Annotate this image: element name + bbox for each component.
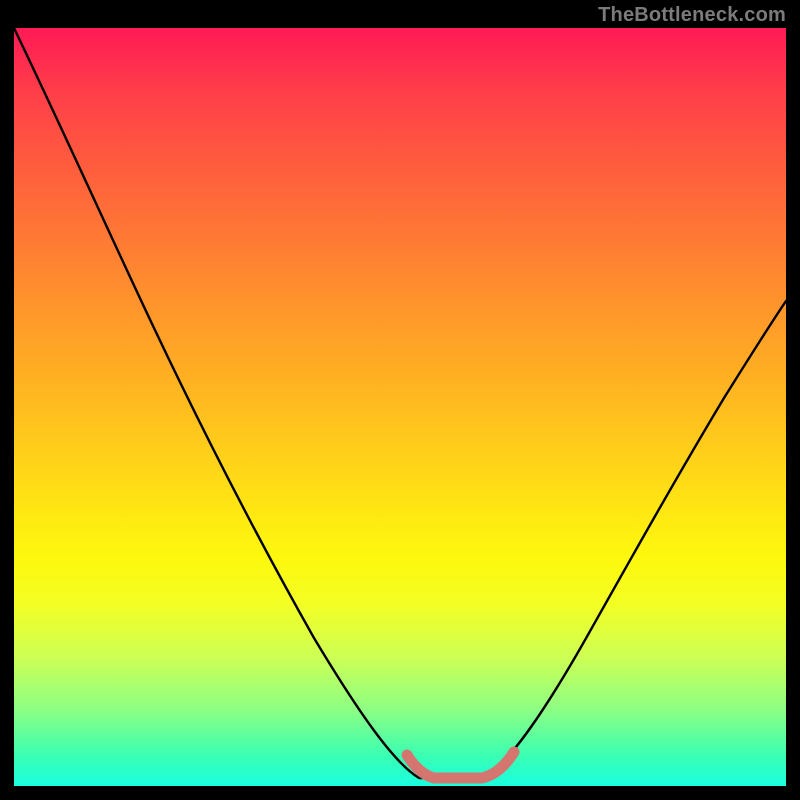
optimal-valley-marker	[407, 752, 514, 778]
plot-overlay	[14, 28, 786, 786]
watermark-text: TheBottleneck.com	[598, 4, 786, 27]
chart-frame: TheBottleneck.com	[0, 0, 800, 800]
bottleneck-curve	[14, 28, 786, 778]
